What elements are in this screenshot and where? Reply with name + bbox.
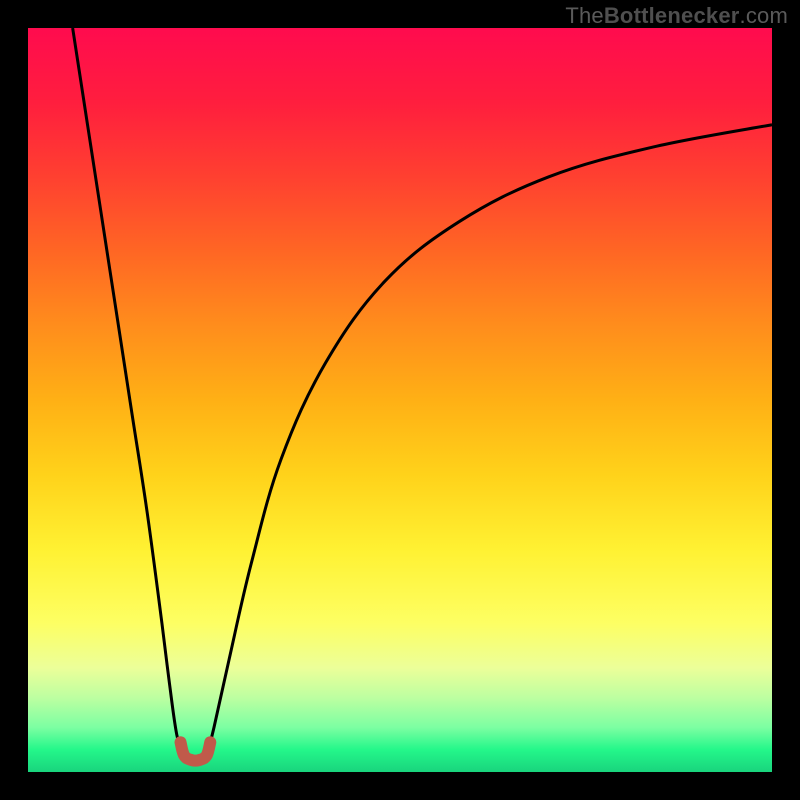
plot-area — [28, 28, 772, 772]
chart-stage: TheBottlenecker.com — [0, 0, 800, 800]
watermark-suffix: .com — [740, 3, 788, 28]
left-branch-path — [73, 28, 185, 757]
watermark-bold: Bottlenecker — [604, 3, 740, 28]
trough-highlight-path — [181, 742, 211, 760]
watermark-prefix: The — [565, 3, 604, 28]
right-branch-path — [207, 125, 772, 757]
watermark: TheBottlenecker.com — [565, 3, 788, 29]
curve-layer — [28, 28, 772, 772]
